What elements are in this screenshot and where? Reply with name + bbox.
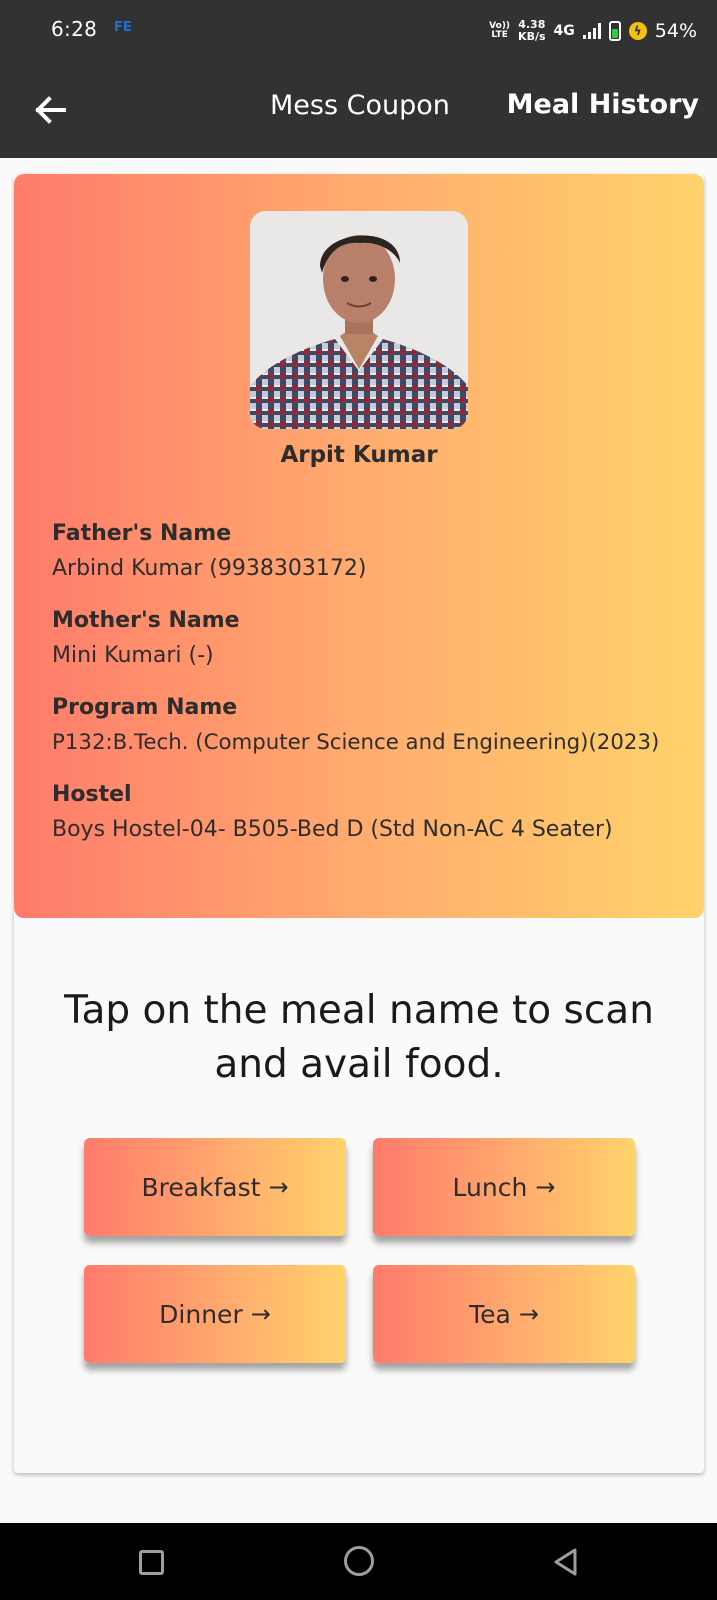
network-type: 4G [553, 23, 575, 39]
status-time: 6:28 [51, 17, 98, 41]
hostel-value: Boys Hostel-04- B505-Bed D (Std Non-AC 4… [52, 817, 613, 842]
status-bar: 6:28 FE Vo)) LTE 4.38 KB/s 4G ϟ 54% [0, 0, 717, 62]
scan-instruction: Tap on the meal name to scan and avail f… [64, 988, 654, 1087]
hostel-label: Hostel [52, 782, 132, 807]
program-name-value: P132:B.Tech. (Computer Science and Engin… [52, 730, 660, 755]
volte-indicator: Vo)) LTE [489, 21, 511, 40]
student-name: Arpit Kumar [280, 442, 438, 468]
mother-name-label: Mother's Name [52, 608, 240, 633]
charging-icon: ϟ [628, 22, 647, 40]
arrow-right-icon: → [535, 1173, 556, 1201]
battery-icon [608, 21, 621, 41]
app-bar: Mess Coupon Meal History [0, 62, 717, 158]
home-icon[interactable] [344, 1546, 374, 1576]
mother-name-value: Mini Kumari (-) [52, 643, 214, 668]
father-name-label: Father's Name [52, 521, 232, 546]
page-title: Mess Coupon [270, 90, 450, 121]
meal-history-button[interactable]: Meal History [507, 89, 699, 120]
arrow-right-icon: → [250, 1300, 271, 1328]
breakfast-label: Breakfast [141, 1172, 261, 1202]
recent-apps-icon[interactable] [139, 1550, 164, 1575]
signal-icon [582, 23, 601, 39]
arrow-right-icon: → [268, 1173, 289, 1201]
dinner-button[interactable]: Dinner → [84, 1265, 346, 1363]
battery-percent: 54% [654, 20, 697, 42]
network-speed: 4.38 KB/s [518, 18, 546, 43]
father-name-value: Arbind Kumar (9938303172) [52, 556, 367, 581]
profile-card: Arpit Kumar Father's Name Arbind Kumar (… [14, 174, 704, 918]
lunch-button[interactable]: Lunch → [373, 1138, 635, 1236]
program-name-label: Program Name [52, 695, 238, 720]
dinner-label: Dinner [159, 1299, 243, 1329]
content-card: Arpit Kumar Father's Name Arbind Kumar (… [14, 174, 704, 1473]
status-icons: Vo)) LTE 4.38 KB/s 4G ϟ 54% [489, 14, 697, 48]
arrow-right-icon: → [518, 1300, 539, 1328]
breakfast-button[interactable]: Breakfast → [84, 1138, 346, 1236]
tea-button[interactable]: Tea → [373, 1265, 635, 1363]
back-triangle-icon[interactable] [551, 1547, 579, 1577]
person-avatar-image [250, 211, 468, 429]
tea-label: Tea [469, 1299, 511, 1329]
profile-photo [250, 211, 468, 429]
carrier-badge: FE [114, 20, 132, 35]
lunch-label: Lunch [452, 1172, 528, 1202]
arrow-left-icon[interactable] [30, 90, 70, 130]
system-nav-bar [0, 1523, 717, 1600]
